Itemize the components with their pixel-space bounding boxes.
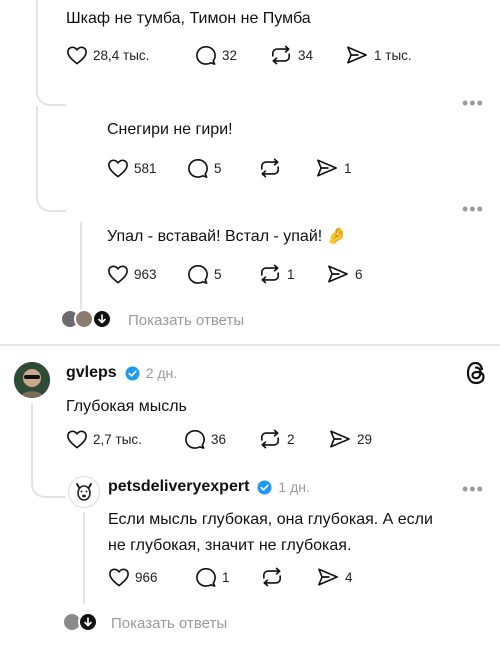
- repost-button[interactable]: [258, 158, 287, 178]
- heart-icon: [108, 159, 128, 178]
- show-replies-link[interactable]: Показать ответы: [111, 615, 227, 632]
- like-button[interactable]: 581: [107, 158, 157, 178]
- dog-logo-icon: [76, 483, 92, 501]
- username[interactable]: petsdeliveryexpert: [108, 478, 249, 496]
- avatar: [74, 309, 94, 329]
- comment-count: 36: [211, 431, 227, 447]
- like-button[interactable]: 963: [107, 264, 157, 284]
- verified-badge-icon: [257, 479, 272, 495]
- post-time: 2 дн.: [145, 365, 178, 381]
- thread-connector: [36, 92, 66, 106]
- repost-icon: [272, 45, 290, 65]
- arrow-down-icon: [78, 612, 98, 632]
- pinched-fingers-emoji: 🤌: [326, 228, 347, 245]
- share-icon: [317, 159, 337, 177]
- thread-line: [31, 404, 33, 480]
- repost-icon: [261, 158, 279, 178]
- post-text-line-1: Если мысль глубокая, она глубокая. А есл…: [108, 511, 433, 528]
- like-button[interactable]: 966: [108, 567, 158, 587]
- share-icon: [328, 265, 348, 283]
- comment-icon: [185, 430, 205, 449]
- comment-icon: [188, 265, 208, 284]
- arrow-down-icon: [92, 309, 112, 329]
- post-header: petsdeliveryexpert 1 дн.: [108, 478, 310, 496]
- repost-button[interactable]: 2: [258, 429, 295, 449]
- like-button[interactable]: 28,4 тыс.: [66, 45, 149, 65]
- comment-button[interactable]: 5: [187, 264, 222, 284]
- comment-icon: [188, 159, 208, 178]
- repost-icon: [261, 264, 279, 284]
- reply-avatars[interactable]: [60, 309, 124, 333]
- comment-button[interactable]: 1: [195, 567, 230, 587]
- heart-icon: [67, 430, 87, 449]
- post-text-line-2: не глубокая, значит не глубокая.: [108, 537, 352, 554]
- share-count: 6: [355, 266, 363, 282]
- post-text: Глубокая мысль: [66, 398, 187, 415]
- share-icon: [318, 568, 338, 586]
- heart-icon: [67, 46, 87, 65]
- avatar[interactable]: [14, 362, 50, 398]
- post-header: gvleps 2 дн.: [66, 364, 177, 382]
- comment-count: 5: [214, 160, 222, 176]
- comment-icon: [196, 46, 216, 65]
- thread-line: [36, 106, 38, 202]
- divider: [0, 344, 500, 346]
- post-text-content: Упал - вставай! Встал - упай!: [107, 228, 323, 245]
- more-options-icon[interactable]: •••: [462, 480, 484, 498]
- repost-count: 2: [287, 431, 295, 447]
- share-count: 1 тыс.: [374, 47, 412, 63]
- comment-count: 32: [222, 47, 238, 63]
- thread-connector: [36, 198, 66, 212]
- repost-icon: [261, 429, 279, 449]
- share-button[interactable]: 29: [328, 429, 372, 449]
- reply-avatars[interactable]: [62, 612, 106, 636]
- comment-icon: [196, 568, 216, 587]
- comment-button[interactable]: 36: [184, 429, 226, 449]
- more-options-icon[interactable]: •••: [462, 200, 484, 218]
- post-text: Снегири не гири!: [107, 121, 233, 138]
- threads-logo-icon[interactable]: [464, 360, 488, 391]
- share-icon: [347, 46, 367, 64]
- thread-line: [83, 512, 85, 604]
- thread-connector: [31, 476, 65, 498]
- share-button[interactable]: 4: [316, 567, 353, 587]
- share-button[interactable]: 1: [315, 158, 352, 178]
- like-button[interactable]: 2,7 тыс.: [66, 429, 142, 449]
- like-count: 966: [135, 569, 158, 585]
- share-count: 29: [357, 431, 373, 447]
- post-text: Упал - вставай! Встал - упай! 🤌: [107, 224, 347, 250]
- repost-button[interactable]: 34: [269, 45, 313, 65]
- comment-button[interactable]: 5: [187, 158, 222, 178]
- heart-icon: [108, 265, 128, 284]
- like-count: 581: [134, 160, 157, 176]
- like-count: 2,7 тыс.: [93, 431, 142, 447]
- repost-button[interactable]: 1: [258, 264, 295, 284]
- post-time: 1 дн.: [278, 479, 310, 495]
- like-count: 28,4 тыс.: [93, 47, 150, 63]
- verified-badge-icon: [125, 365, 140, 381]
- repost-count: 1: [287, 266, 295, 282]
- thread-line: [36, 0, 38, 95]
- avatar[interactable]: [68, 476, 100, 508]
- share-button[interactable]: 6: [326, 264, 363, 284]
- repost-button[interactable]: [260, 567, 289, 587]
- share-button[interactable]: 1 тыс.: [345, 45, 412, 65]
- repost-icon: [263, 567, 281, 587]
- post-text: Шкаф не тумба, Тимон не Пумба: [66, 10, 311, 27]
- comment-count: 1: [222, 569, 230, 585]
- avatar-image: [14, 362, 50, 398]
- more-options-icon[interactable]: •••: [462, 94, 484, 112]
- like-count: 963: [134, 266, 157, 282]
- username[interactable]: gvleps: [66, 364, 117, 382]
- share-count: 4: [345, 569, 353, 585]
- show-replies-link[interactable]: Показать ответы: [128, 312, 244, 329]
- comment-count: 5: [214, 266, 222, 282]
- repost-count: 34: [298, 47, 314, 63]
- comment-button[interactable]: 32: [195, 45, 237, 65]
- share-icon: [330, 430, 350, 448]
- heart-icon: [109, 568, 129, 587]
- thread-line: [80, 222, 82, 310]
- share-count: 1: [344, 160, 352, 176]
